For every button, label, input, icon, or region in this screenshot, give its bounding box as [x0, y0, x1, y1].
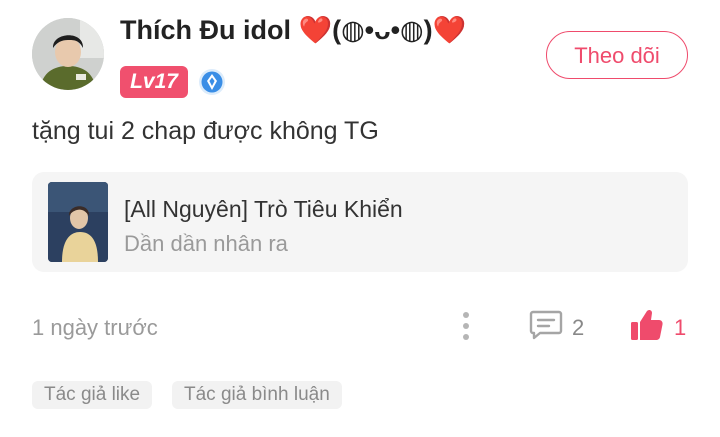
avatar-image	[32, 18, 104, 90]
comment-icon[interactable]	[528, 309, 564, 341]
like-count: 1	[674, 315, 687, 340]
author-commented-tag: Tác giả bình luận	[172, 381, 342, 409]
verified-badge-icon	[199, 69, 225, 95]
story-title: [All Nguyên] Trò Tiêu Khiển	[124, 196, 403, 222]
user-avatar[interactable]	[32, 18, 104, 90]
story-cover-image	[48, 182, 108, 262]
reply-count: 2	[572, 315, 585, 340]
username[interactable]: Thích Đu idol ❤️(◍•ᴗ•◍)❤️	[120, 12, 466, 48]
level-badge: Lv17	[120, 66, 188, 98]
comment-timestamp: 1 ngày trước	[32, 315, 158, 340]
more-vertical-icon[interactable]	[456, 310, 476, 342]
thumbs-up-icon[interactable]	[630, 308, 664, 342]
story-subtitle: Dần dần nhân ra	[124, 231, 288, 256]
author-liked-tag: Tác giả like	[32, 381, 153, 409]
follow-button[interactable]: Theo dõi	[546, 31, 688, 79]
story-card[interactable]: [All Nguyên] Trò Tiêu Khiển Dần dần nhân…	[32, 172, 688, 272]
comment-text: tặng tui 2 chap được không TG	[32, 117, 379, 145]
